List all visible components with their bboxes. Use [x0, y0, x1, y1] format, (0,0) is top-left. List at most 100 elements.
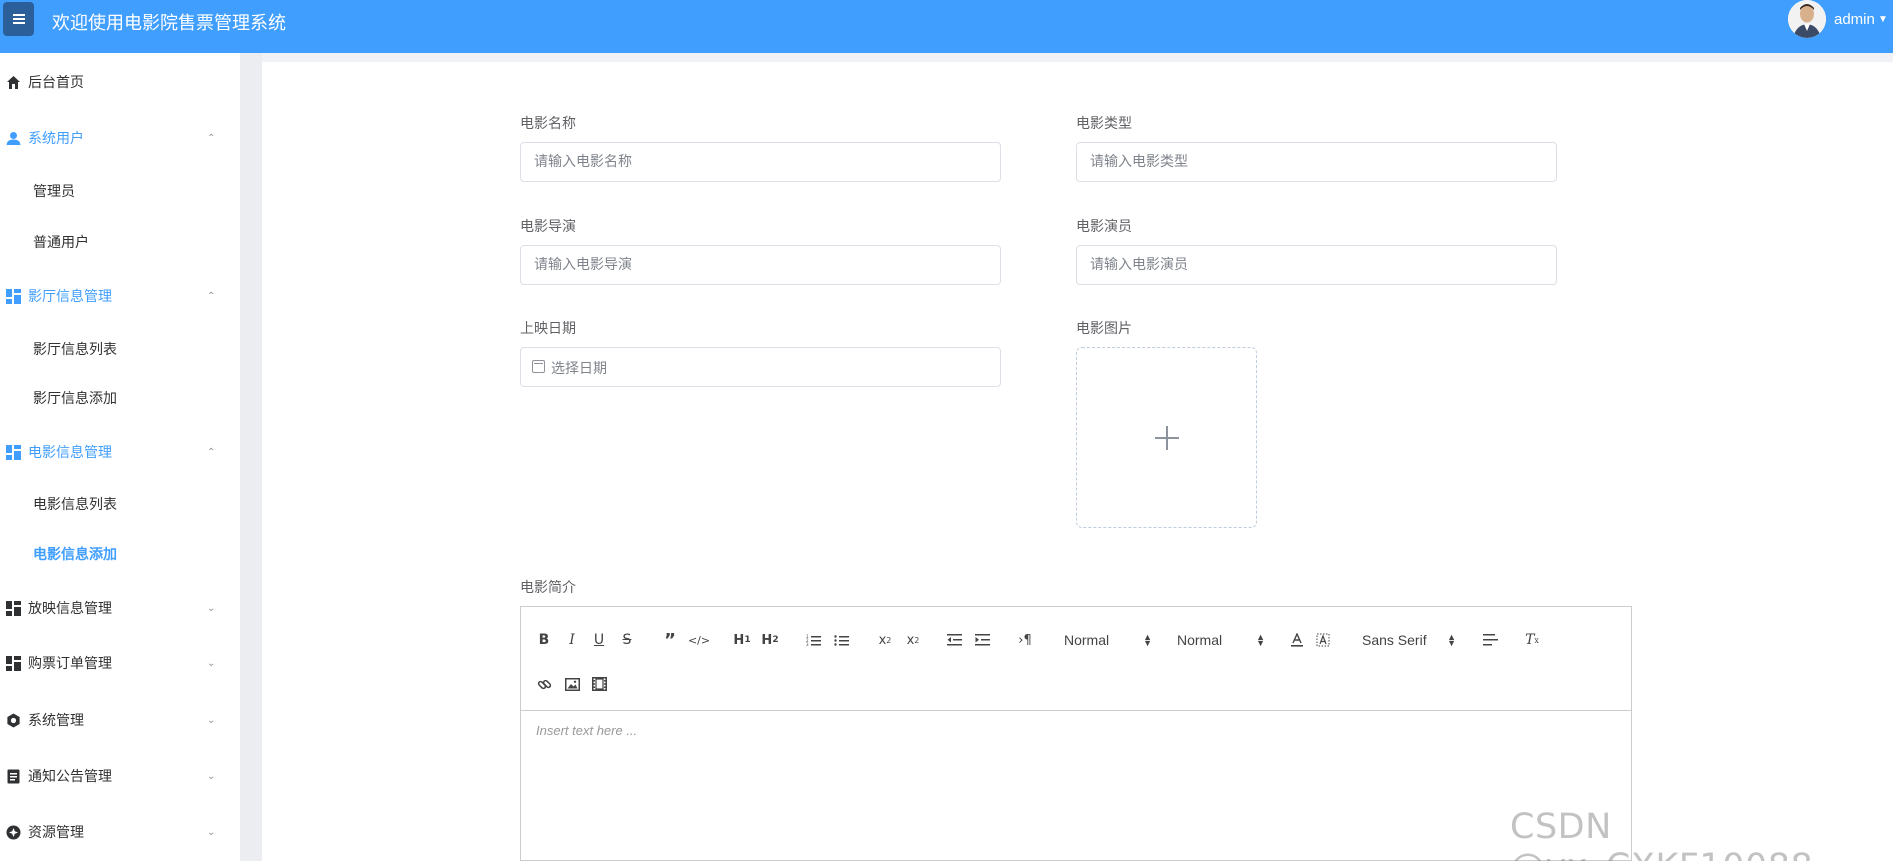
text-color-icon[interactable] — [1288, 629, 1306, 651]
grid-icon — [6, 655, 21, 671]
italic-icon[interactable]: I — [563, 629, 581, 651]
blockquote-icon[interactable]: ” — [660, 629, 680, 651]
sidebar-item-home[interactable]: 后台首页 — [0, 62, 240, 102]
video-icon[interactable] — [590, 673, 608, 695]
avatar[interactable] — [1788, 0, 1826, 38]
movie-type-input[interactable] — [1076, 142, 1557, 182]
sidebar-item-screening-management[interactable]: 放映信息管理 ⌄ — [0, 588, 240, 628]
sidebar-item-label: 放映信息管理 — [28, 601, 112, 617]
header-select-value: Normal — [1064, 632, 1110, 648]
watermark: CSDN @vx_CXKF10088 — [1510, 807, 1813, 861]
chevron-down-icon[interactable]: ▼ — [1878, 14, 1888, 25]
resource-icon — [6, 825, 21, 840]
sidebar-subitem-users[interactable]: 普通用户 — [0, 222, 240, 262]
date-placeholder: 选择日期 — [551, 361, 607, 377]
movie-actors-input[interactable] — [1076, 245, 1557, 285]
sidebar-subitem-label: 普通用户 — [33, 235, 89, 251]
sidebar-divider — [240, 53, 262, 861]
movie-actors-label: 电影演员 — [1076, 219, 1132, 235]
updown-icon: ▲ ▼ — [1256, 632, 1265, 648]
sidebar-subitem-label: 影厅信息列表 — [33, 342, 117, 358]
gear-icon — [6, 713, 21, 728]
background-color-icon[interactable] — [1314, 629, 1332, 651]
size-select-value: Normal — [1177, 632, 1223, 648]
font-select[interactable]: Sans Serif ▲ ▼ — [1362, 629, 1456, 651]
top-header: 欢迎使用电影院售票管理系统 admin ▼ — [0, 0, 1893, 53]
code-block-icon[interactable]: </> — [688, 629, 710, 651]
movie-type-label: 电影类型 — [1076, 116, 1132, 132]
bullet-list-icon[interactable] — [832, 629, 850, 651]
sidebar-item-label: 资源管理 — [28, 825, 84, 841]
sidebar-item-label: 系统管理 — [28, 713, 84, 729]
sidebar-subitem-label: 电影信息添加 — [33, 547, 117, 563]
sidebar-subitem-admins[interactable]: 管理员 — [0, 171, 240, 211]
image-upload-button[interactable] — [1076, 347, 1257, 528]
document-icon — [6, 769, 21, 784]
sidebar-item-system-management[interactable]: 系统管理 ⌄ — [0, 700, 240, 740]
underline-icon[interactable]: U — [590, 629, 608, 651]
user-name[interactable]: admin — [1834, 11, 1875, 28]
rich-text-editor: B I U S ” </> H1 H2 123 x2 x2 ›¶ Normal … — [520, 606, 1632, 861]
sidebar-subitem-hall-add[interactable]: 影厅信息添加 — [0, 378, 240, 418]
editor-content-area[interactable]: Insert text here ... — [521, 711, 1631, 861]
grid-icon — [6, 600, 21, 616]
sidebar-subitem-label: 管理员 — [33, 184, 75, 200]
link-icon[interactable] — [535, 673, 553, 695]
movie-image-label: 电影图片 — [1076, 321, 1132, 337]
header2-icon[interactable]: H2 — [759, 629, 781, 651]
header1-icon[interactable]: H1 — [731, 629, 753, 651]
calendar-icon — [532, 360, 545, 373]
indent-icon[interactable] — [973, 629, 991, 651]
size-select[interactable]: Normal ▲ ▼ — [1177, 629, 1265, 651]
sidebar-item-notice-management[interactable]: 通知公告管理 ⌄ — [0, 756, 240, 796]
sidebar-item-label: 购票订单管理 — [28, 656, 112, 672]
sidebar-item-resource-management[interactable]: 资源管理 ⌄ — [0, 812, 240, 852]
sidebar-item-label: 后台首页 — [28, 75, 84, 91]
superscript-icon[interactable]: x2 — [902, 629, 924, 651]
app-title: 欢迎使用电影院售票管理系统 — [52, 13, 286, 34]
image-icon[interactable] — [563, 673, 581, 695]
movie-name-label: 电影名称 — [520, 116, 576, 132]
sidebar-item-label: 电影信息管理 — [28, 445, 112, 461]
user-icon — [6, 131, 21, 146]
sidebar-subitem-hall-list[interactable]: 影厅信息列表 — [0, 329, 240, 369]
ordered-list-icon[interactable]: 123 — [804, 629, 822, 651]
movie-director-input[interactable] — [520, 245, 1001, 285]
release-date-picker[interactable]: 选择日期 — [520, 347, 1001, 387]
sidebar-item-hall-management[interactable]: 影厅信息管理 ⌃ — [0, 276, 240, 316]
header-select[interactable]: Normal ▲ ▼ — [1064, 629, 1152, 651]
text-direction-icon[interactable]: ›¶ — [1015, 629, 1035, 651]
sidebar-item-label: 影厅信息管理 — [28, 289, 112, 305]
outdent-icon[interactable] — [945, 629, 963, 651]
chevron-down-icon: ⌄ — [207, 770, 216, 782]
hamburger-icon — [12, 14, 25, 24]
sidebar-subitem-label: 电影信息列表 — [33, 497, 117, 513]
clear-format-icon[interactable]: Tx — [1523, 629, 1541, 651]
font-select-value: Sans Serif — [1362, 632, 1427, 648]
sidebar-subitem-movie-list[interactable]: 电影信息列表 — [0, 484, 240, 524]
svg-text:3: 3 — [806, 642, 809, 647]
subscript-icon[interactable]: x2 — [874, 629, 896, 651]
sidebar-item-movie-management[interactable]: 电影信息管理 ⌃ — [0, 432, 240, 472]
align-icon[interactable] — [1481, 629, 1499, 651]
plus-icon-vertical — [1166, 426, 1168, 450]
chevron-down-icon: ⌄ — [207, 657, 216, 669]
sidebar-item-system-users[interactable]: 系统用户 ⌃ — [0, 118, 240, 158]
sidebar-item-label: 系统用户 — [28, 131, 84, 147]
chevron-up-icon: ⌃ — [207, 446, 216, 458]
grid-icon — [6, 288, 21, 304]
release-date-label: 上映日期 — [520, 321, 576, 337]
chevron-down-icon: ⌄ — [207, 602, 216, 614]
menu-toggle-button[interactable] — [3, 2, 34, 36]
movie-name-input[interactable] — [520, 142, 1001, 182]
bold-icon[interactable]: B — [535, 629, 553, 651]
updown-icon: ▲ ▼ — [1447, 632, 1456, 648]
movie-intro-label: 电影简介 — [520, 580, 576, 596]
sidebar-subitem-movie-add[interactable]: 电影信息添加 — [0, 534, 240, 574]
updown-icon: ▲ ▼ — [1143, 632, 1152, 648]
strike-icon[interactable]: S — [618, 629, 636, 651]
home-icon — [6, 75, 21, 90]
sidebar-subitem-label: 影厅信息添加 — [33, 391, 117, 407]
chevron-down-icon: ⌄ — [207, 714, 216, 726]
sidebar-item-order-management[interactable]: 购票订单管理 ⌄ — [0, 643, 240, 683]
